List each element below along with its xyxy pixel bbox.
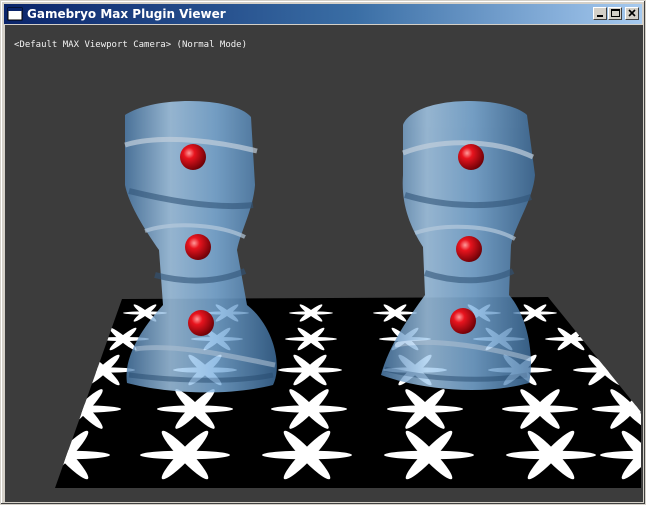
3d-viewport[interactable]: <Default MAX Viewport Camera> (Normal Mo… — [5, 25, 643, 502]
minimize-icon — [597, 15, 603, 17]
minimize-button[interactable] — [593, 7, 607, 20]
red-sphere — [188, 310, 214, 336]
title-bar[interactable]: Gamebryo Max Plugin Viewer — [4, 4, 642, 24]
close-icon — [628, 9, 636, 17]
close-button[interactable] — [625, 7, 639, 20]
app-window-icon — [7, 7, 23, 21]
red-sphere — [456, 236, 482, 262]
application-window: Gamebryo Max Plugin Viewer <Default MAX … — [0, 0, 646, 505]
viewport-camera-label: <Default MAX Viewport Camera> (Normal Mo… — [14, 40, 247, 50]
red-sphere — [450, 308, 476, 334]
red-sphere — [180, 144, 206, 170]
window-title: Gamebryo Max Plugin Viewer — [27, 7, 226, 21]
red-sphere — [185, 234, 211, 260]
scene-render — [55, 100, 641, 488]
red-sphere — [458, 144, 484, 170]
maximize-button[interactable] — [608, 7, 622, 20]
maximize-icon — [611, 9, 620, 17]
